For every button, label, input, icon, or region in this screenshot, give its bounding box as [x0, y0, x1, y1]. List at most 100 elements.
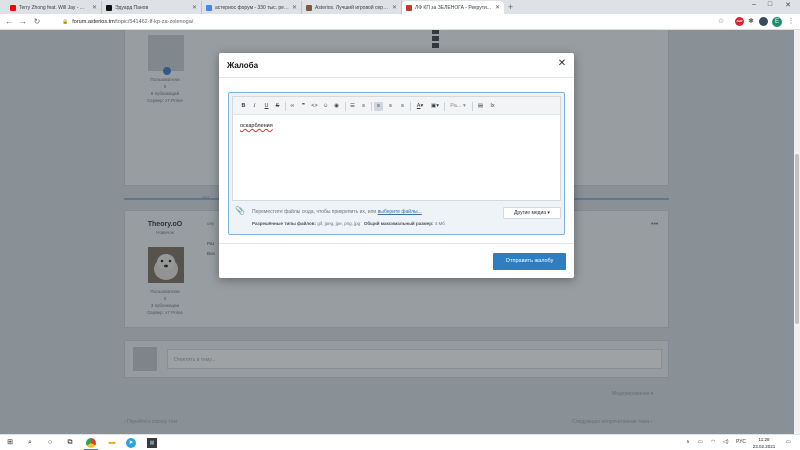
search-icon[interactable]: ⌕ [25, 438, 35, 448]
close-tab-icon[interactable]: ✕ [292, 4, 297, 11]
back-button[interactable]: ← [4, 17, 14, 27]
modal-header: Жалоба ✕ [219, 53, 574, 78]
close-tab-icon[interactable]: ✕ [495, 4, 500, 11]
extension-icon[interactable] [759, 17, 768, 26]
font-size-dropdown[interactable]: Ра... ▾ [447, 102, 469, 111]
browser-toolbar: ← → ↻ 🔒 forum.asterios.tm/topic/541462-l… [0, 14, 800, 30]
reload-button[interactable]: ↻ [32, 17, 42, 27]
link-icon[interactable]: ∞ [288, 102, 297, 111]
asterios-icon [306, 4, 312, 11]
url-host: forum.asterios.tm [72, 19, 115, 25]
close-tab-icon[interactable]: ✕ [92, 4, 97, 11]
browser-tab-3[interactable]: астериос форум - 330 тыс. рез... ✕ [202, 1, 302, 14]
tab-title: астериос форум - 330 тыс. рез... [215, 4, 289, 11]
quote-icon[interactable]: ❞ [299, 102, 308, 111]
max-size-label: Общий максимальный размер: [363, 221, 434, 226]
adblock-icon[interactable]: ABP [735, 17, 744, 26]
keyboard-language[interactable]: РУС [736, 439, 746, 445]
background-color-icon[interactable]: ▣▾ [429, 102, 441, 111]
bold-button[interactable]: B [239, 102, 248, 111]
file-explorer-icon[interactable]: ▬ [107, 438, 117, 448]
font-size-label: Ра... [450, 103, 462, 109]
star-bookmark-icon[interactable]: ☆ [716, 17, 726, 27]
code-icon[interactable]: <> [310, 102, 319, 111]
clear-format-icon[interactable]: Ix [488, 102, 497, 111]
scrollbar-thumb[interactable] [795, 154, 799, 324]
strikethrough-button[interactable]: S [273, 102, 282, 111]
clock-time: 11:28 [758, 437, 770, 442]
tab-title: Asterios. Лучший игровой серве... [315, 4, 389, 11]
page-scrollbar[interactable] [794, 30, 800, 434]
tray-chevron-icon[interactable]: ∧ [686, 439, 690, 445]
minimize-button[interactable]: – [748, 1, 760, 8]
spoiler-eye-icon[interactable]: ◉ [332, 102, 341, 111]
system-clock[interactable]: 11:28 23.02.2021 [750, 436, 778, 450]
max-size: 4 Мб [433, 221, 445, 226]
google-icon [206, 4, 212, 11]
browser-tab-2[interactable]: Эдуард Панов ✕ [102, 1, 202, 14]
wifi-icon[interactable]: ◠ [711, 439, 715, 445]
preview-icon[interactable]: ▤ [476, 102, 485, 111]
numbered-list-icon[interactable]: ≡ [359, 102, 368, 111]
close-window-button[interactable]: ✕ [782, 1, 794, 9]
paperclip-icon: 📎 [235, 206, 245, 215]
other-media-button[interactable]: Другие медиа ▾ [503, 207, 561, 219]
bg-color-label: ▣ [431, 103, 437, 109]
font-color-label: A [416, 103, 421, 109]
lock-icon: 🔒 [62, 19, 69, 25]
editor-container: B I U S ∞ ❞ <> ☺ ◉ ☰ ≡ ≡ ≡ ≡ A▾ ▣▾ Ра...… [228, 92, 565, 235]
address-bar[interactable]: 🔒 forum.asterios.tm/topic/541462-lf-kp-z… [56, 16, 726, 28]
volume-icon[interactable]: ◁) [723, 439, 729, 445]
cortana-icon[interactable]: ○ [45, 438, 55, 448]
extensions-puzzle-icon[interactable]: ✱ [746, 17, 756, 27]
bulleted-list-icon[interactable]: ☰ [348, 102, 357, 111]
browser-tab-4[interactable]: Asterios. Лучший игровой серве... ✕ [302, 1, 402, 14]
profile-avatar-icon[interactable]: E [772, 17, 782, 27]
editor-toolbar: B I U S ∞ ❞ <> ☺ ◉ ☰ ≡ ≡ ≡ ≡ A▾ ▣▾ Ра...… [233, 97, 560, 115]
new-tab-button[interactable]: + [508, 2, 513, 12]
italic-button[interactable]: I [250, 102, 259, 111]
browser-tab-1[interactable]: Terry Zhong feat. Will Jay - ... ✕ [6, 1, 102, 14]
close-icon[interactable]: ✕ [556, 58, 568, 70]
chrome-icon[interactable] [86, 438, 96, 448]
windows-start-icon[interactable]: ⊞ [5, 438, 15, 448]
telegram-icon[interactable]: ➤ [126, 438, 136, 448]
task-view-icon[interactable]: ⧉ [65, 438, 75, 448]
editor-content[interactable]: оскарбления [240, 123, 273, 129]
rich-text-editor[interactable]: B I U S ∞ ❞ <> ☺ ◉ ☰ ≡ ≡ ≡ ≡ A▾ ▣▾ Ра...… [232, 96, 561, 201]
modal-title: Жалоба [227, 61, 259, 70]
emoji-icon[interactable]: ☺ [321, 102, 330, 111]
align-center-icon[interactable]: ≡ [386, 102, 395, 111]
toolbar-divider [444, 102, 445, 111]
tab-strip: Terry Zhong feat. Will Jay - ... ✕ Эдуар… [0, 0, 800, 14]
game-app-icon[interactable]: ▦ [147, 438, 157, 448]
forward-button[interactable]: → [18, 17, 28, 27]
toolbar-divider [472, 102, 473, 111]
font-color-icon[interactable]: A▾ [414, 102, 426, 111]
toolbar-divider [371, 102, 372, 111]
align-left-icon[interactable]: ≡ [374, 102, 383, 111]
maximize-button[interactable]: □ [764, 1, 776, 8]
attach-instructions: Переместите файлы сюда, чтобы прикрепить… [252, 209, 422, 215]
clock-date: 23.02.2021 [752, 444, 776, 449]
menu-kebab-icon[interactable]: ⋮ [786, 17, 796, 27]
attach-text: Переместите файлы сюда, чтобы прикрепить… [252, 209, 378, 215]
toolbar-divider [285, 102, 286, 111]
toolbar-divider [410, 102, 411, 111]
choose-files-link[interactable]: выберите файлы... [378, 209, 422, 215]
attachment-area[interactable]: 📎 Переместите файлы сюда, чтобы прикрепи… [235, 204, 561, 232]
attach-limits: Разрешённые типы файлов: gif, jpeg, jpe,… [252, 221, 445, 226]
browser-tab-5-active[interactable]: ЛФ КП за ЗЕЛЕНОГА - Рекрути... ✕ [402, 1, 504, 14]
underline-button[interactable]: U [262, 102, 271, 111]
allowed-types-label: Разрешённые типы файлов: [252, 221, 317, 226]
windows-taskbar: ⊞ ⌕ ○ ⧉ ▬ ➤ ▦ ∧ ▭ ◠ ◁) РУС 11:28 23.02.2… [0, 434, 800, 450]
url-path: /topic/541462-lf-kp-za-zelenoga/ [114, 19, 194, 25]
close-tab-icon[interactable]: ✕ [392, 4, 397, 11]
modal-footer: Отправить жалобу [219, 243, 574, 278]
allowed-types: gif, jpeg, jpe, png, jpg [316, 221, 361, 226]
close-tab-icon[interactable]: ✕ [192, 4, 197, 11]
notifications-icon[interactable]: ▭ [786, 439, 791, 445]
submit-report-button[interactable]: Отправить жалобу [493, 253, 566, 270]
align-right-icon[interactable]: ≡ [398, 102, 407, 111]
network-icon[interactable]: ▭ [698, 439, 703, 445]
